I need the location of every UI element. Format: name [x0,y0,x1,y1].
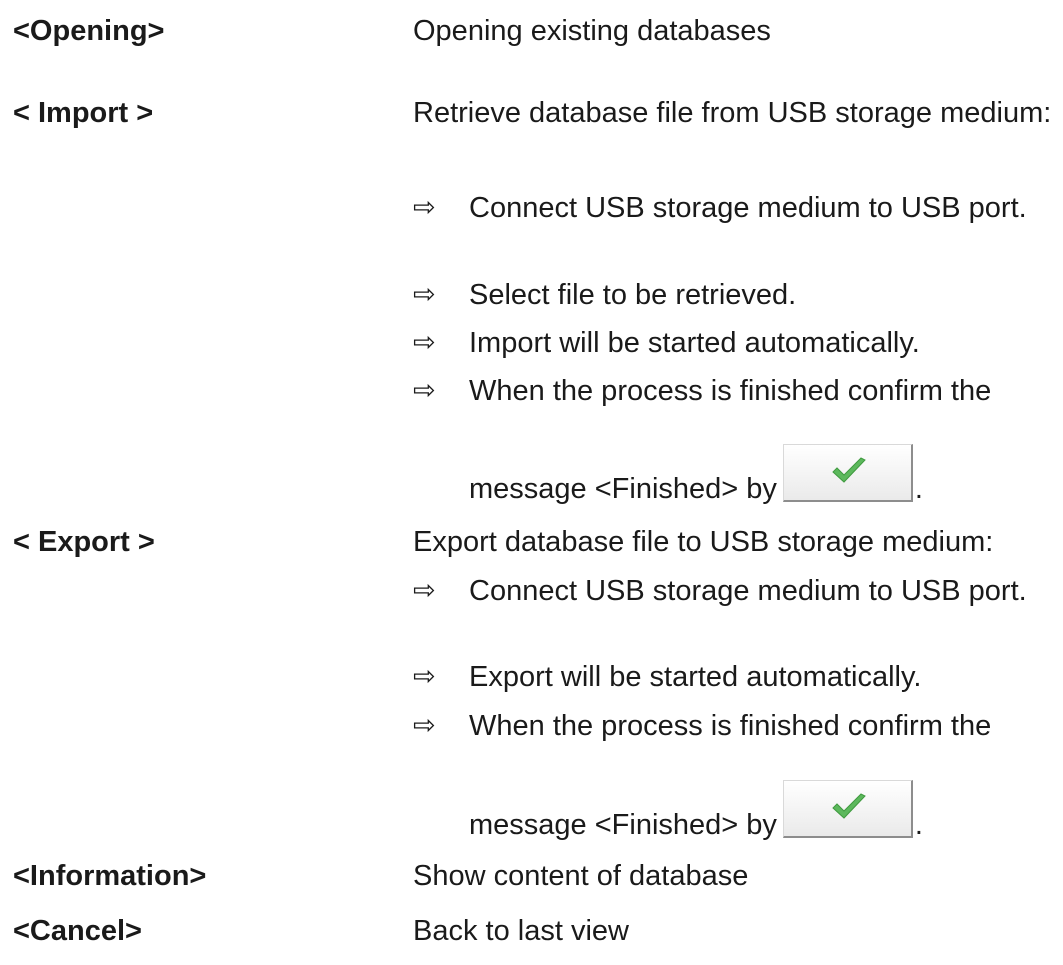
term-export: < Export > [13,526,155,558]
confirm-button [782,444,913,502]
manual-page: <Opening> Opening existing databases < I… [0,0,1063,965]
right-arrow-icon: ⇨ [413,375,436,406]
term-import: < Import > [13,97,154,129]
desc-import: Retrieve database file from USB storage … [413,97,1052,129]
confirm-button [782,780,913,838]
term-opening: <Opening> [13,15,165,47]
desc-information: Show content of database [413,860,749,892]
check-icon [832,457,866,483]
term-cancel: <Cancel> [13,915,142,947]
right-arrow-icon: ⇨ [413,661,436,692]
desc-opening: Opening existing databases [413,15,771,47]
confirm-text: message <Finished> by [469,809,777,841]
right-arrow-icon: ⇨ [413,575,436,606]
right-arrow-icon: ⇨ [413,192,436,223]
desc-cancel: Back to last view [413,915,629,947]
right-arrow-icon: ⇨ [413,279,436,310]
right-arrow-icon: ⇨ [413,327,436,358]
check-icon [832,793,866,819]
term-information: <Information> [13,860,207,892]
confirm-text: message <Finished> by [469,473,777,505]
desc-export: Export database file to USB storage medi… [413,526,994,558]
right-arrow-icon: ⇨ [413,710,436,741]
